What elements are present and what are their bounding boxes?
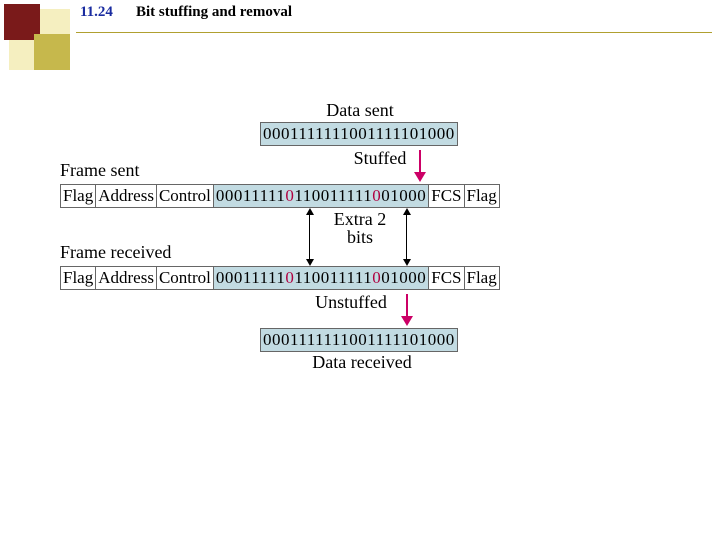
frame-received-row: Flag Address Control 00011111 0110011111 0… xyxy=(60,266,500,290)
bits-mid2: 110011111 xyxy=(294,268,372,287)
arrow-extra-left-head-up xyxy=(306,208,314,215)
label-unstuffed: Unstuffed xyxy=(306,292,396,313)
field-control2: Control xyxy=(157,266,214,290)
arrow-extra-right-head-down xyxy=(403,259,411,266)
arrow-unstuffed-head xyxy=(401,316,413,326)
figure-title: Bit stuffing and removal xyxy=(136,4,292,21)
frame-sent-bits: 000111110110011111001000 xyxy=(214,184,429,208)
figure-header: 11.24 Bit stuffing and removal xyxy=(80,4,712,56)
frame-received-bits: 000111110110011111001000 xyxy=(214,266,429,290)
bits-post2: 01000 xyxy=(381,268,428,287)
label-frame-received: Frame received xyxy=(60,242,200,263)
label-frame-sent: Frame sent xyxy=(60,160,170,181)
field-fcs: FCS xyxy=(429,184,464,208)
bits-pre: 00011111 xyxy=(214,186,285,205)
bits-received: 0001111111001111101000 xyxy=(260,328,458,352)
arrow-stuffed-shaft xyxy=(419,150,421,172)
field-flag-lead: Flag xyxy=(60,184,96,208)
arrow-extra-right-shaft xyxy=(406,213,407,261)
field-flag-trail2: Flag xyxy=(465,266,500,290)
arrow-unstuffed-shaft xyxy=(406,294,408,316)
label-data-sent: Data sent xyxy=(300,100,420,121)
arrow-extra-left-shaft xyxy=(309,213,310,261)
data-received-bits: 0001111111001111101000 xyxy=(260,328,458,352)
title-underline xyxy=(76,32,712,33)
bits-mid: 110011111 xyxy=(294,186,372,205)
arrow-extra-right-head-up xyxy=(403,208,411,215)
field-address: Address xyxy=(96,184,157,208)
field-flag-trail: Flag xyxy=(465,184,500,208)
bits-original: 0001111111001111101000 xyxy=(260,122,458,146)
slide-corner-decoration xyxy=(4,4,76,76)
figure-number: 11.24 xyxy=(80,4,113,21)
arrow-extra-left-head-down xyxy=(306,259,314,266)
bits-stuff2b: 0 xyxy=(372,268,381,287)
label-extra-bits: Extra 2 bits xyxy=(320,210,400,246)
label-data-received: Data received xyxy=(292,352,432,373)
label-stuffed: Stuffed xyxy=(345,148,415,169)
field-fcs2: FCS xyxy=(429,266,464,290)
frame-sent-row: Flag Address Control 00011111 0110011111 0… xyxy=(60,184,500,208)
bits-stuff2: 0 xyxy=(372,186,381,205)
bits-post: 01000 xyxy=(381,186,428,205)
bits-pre2: 00011111 xyxy=(214,268,285,287)
field-address2: Address xyxy=(96,266,157,290)
arrow-stuffed-head xyxy=(414,172,426,182)
field-control: Control xyxy=(157,184,214,208)
data-sent-bits: 0001111111001111101000 xyxy=(260,122,458,146)
field-flag-lead2: Flag xyxy=(60,266,96,290)
